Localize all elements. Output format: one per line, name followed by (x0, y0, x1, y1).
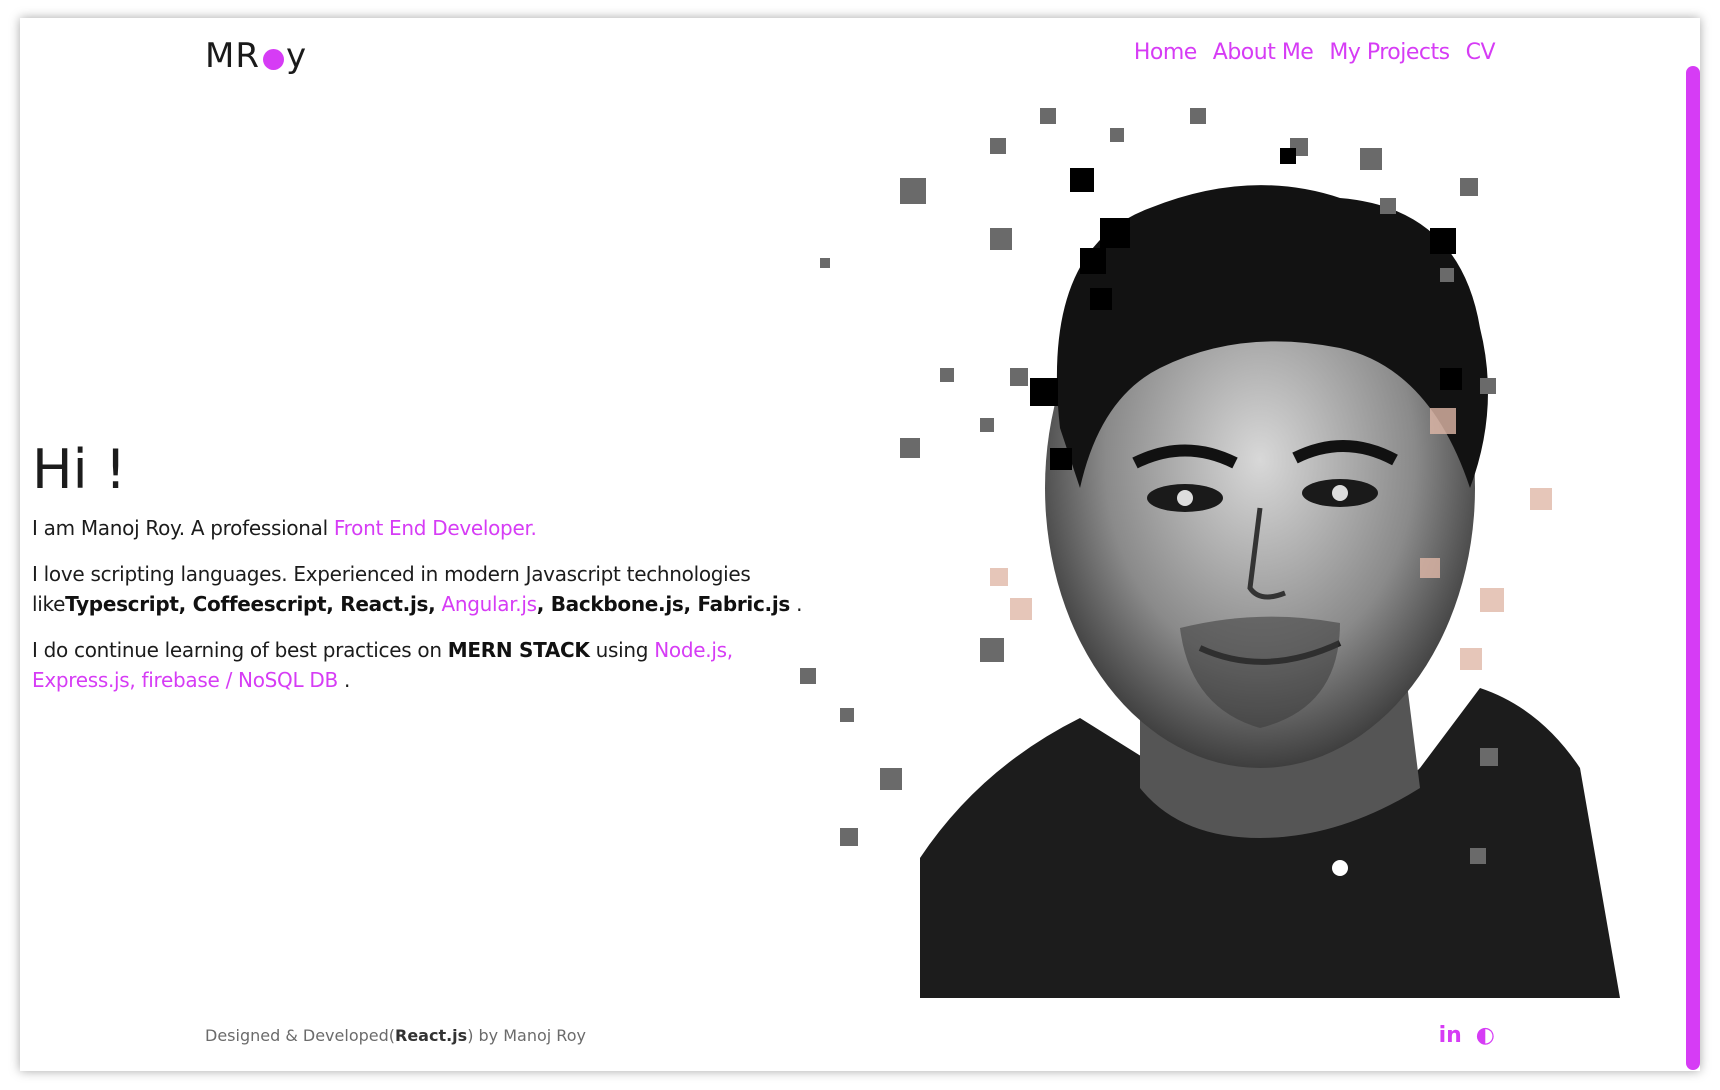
intro-text: I am Manoj Roy. A professional (32, 516, 334, 540)
footer-credit: Designed & Developed(React.js) by Manoj … (205, 1026, 586, 1045)
hero-section: Hi ! I am Manoj Roy. A professional Fron… (32, 438, 832, 711)
page-frame: MR y Home About Me My Projects CV Hi ! I… (20, 18, 1700, 1071)
main-nav: Home About Me My Projects CV (1134, 40, 1496, 65)
skills-paragraph: I love scripting languages. Experienced … (32, 559, 832, 619)
nav-about-me[interactable]: About Me (1213, 40, 1314, 65)
hero-heading: Hi ! (32, 438, 127, 501)
nav-cv[interactable]: CV (1466, 40, 1496, 65)
footer-suffix: ) by Manoj Roy (467, 1026, 586, 1045)
footer-framework: React.js (395, 1026, 468, 1045)
social-links: in ◐ (1439, 1023, 1495, 1048)
footer-prefix: Designed & Developed( (205, 1026, 395, 1045)
logo-text-left: MR (205, 36, 260, 76)
nav-my-projects[interactable]: My Projects (1329, 40, 1450, 65)
logo-dot-icon (262, 48, 284, 70)
learning-tail: . (337, 668, 351, 692)
github-icon[interactable]: ◐ (1476, 1023, 1495, 1048)
logo[interactable]: MR y (205, 36, 307, 76)
mern-stack: MERN STACK (447, 638, 590, 662)
learning-text-1: I do continue learning of best practices… (32, 638, 448, 662)
skills-tech-3: , Backbone.js, Fabric.js (536, 592, 791, 616)
intro-line: I am Manoj Roy. A professional Front End… (32, 513, 832, 543)
skills-tech-1: Typescript, Coffeescript, React.js, (65, 592, 436, 616)
role-highlight: Front End Developer. (333, 516, 537, 540)
portrait-image (800, 108, 1620, 998)
scrollbar[interactable] (1686, 66, 1700, 1070)
nav-home[interactable]: Home (1134, 40, 1197, 65)
logo-text-right: y (285, 36, 308, 76)
linkedin-icon[interactable]: in (1439, 1023, 1462, 1048)
learning-text-2: using (589, 638, 655, 662)
learning-paragraph: I do continue learning of best practices… (32, 635, 832, 695)
skills-tech-angular: Angular.js (435, 592, 537, 616)
